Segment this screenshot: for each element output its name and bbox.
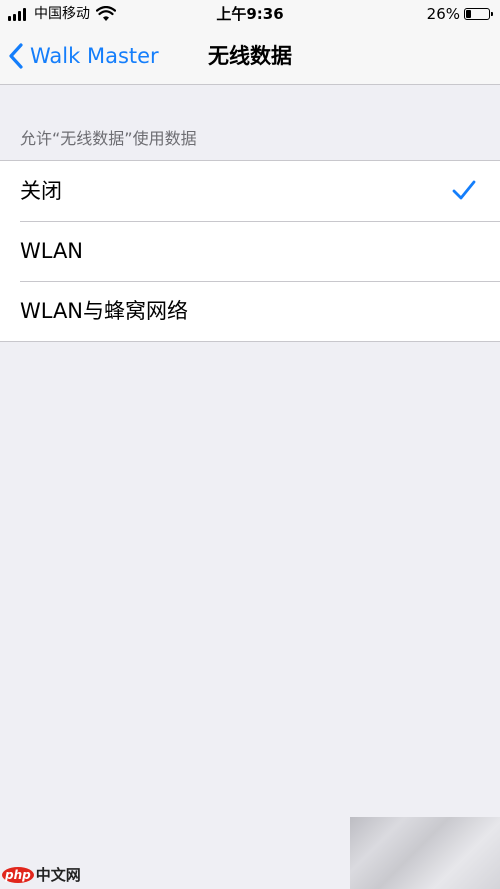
option-wlan[interactable]: WLAN xyxy=(0,221,500,281)
checkmark-icon xyxy=(452,180,476,200)
watermark: php 中文网 xyxy=(2,864,81,885)
option-label: 关闭 xyxy=(20,179,62,203)
status-bar: 中国移动 上午9:36 26% xyxy=(0,0,500,28)
options-list: 关闭 WLAN WLAN与蜂窝网络 xyxy=(0,160,500,342)
status-right: 26% xyxy=(426,4,493,24)
battery-fill xyxy=(466,10,471,18)
page-title: 无线数据 xyxy=(208,44,292,68)
section-header: 允许“无线数据”使用数据 xyxy=(20,129,197,148)
watermark-text: 中文网 xyxy=(35,866,81,884)
option-label: WLAN xyxy=(20,239,84,263)
option-wlan-cellular[interactable]: WLAN与蜂窝网络 xyxy=(0,281,500,341)
battery-icon xyxy=(464,8,493,20)
option-off[interactable]: 关闭 xyxy=(0,161,500,221)
status-time: 上午9:36 xyxy=(216,5,284,23)
watermark-logo: php xyxy=(2,866,34,883)
option-label: WLAN与蜂窝网络 xyxy=(20,299,189,323)
navigation-bar: Walk Master 无线数据 xyxy=(0,28,500,85)
battery-percent: 26% xyxy=(426,5,460,23)
pixelated-overlay xyxy=(350,817,500,889)
